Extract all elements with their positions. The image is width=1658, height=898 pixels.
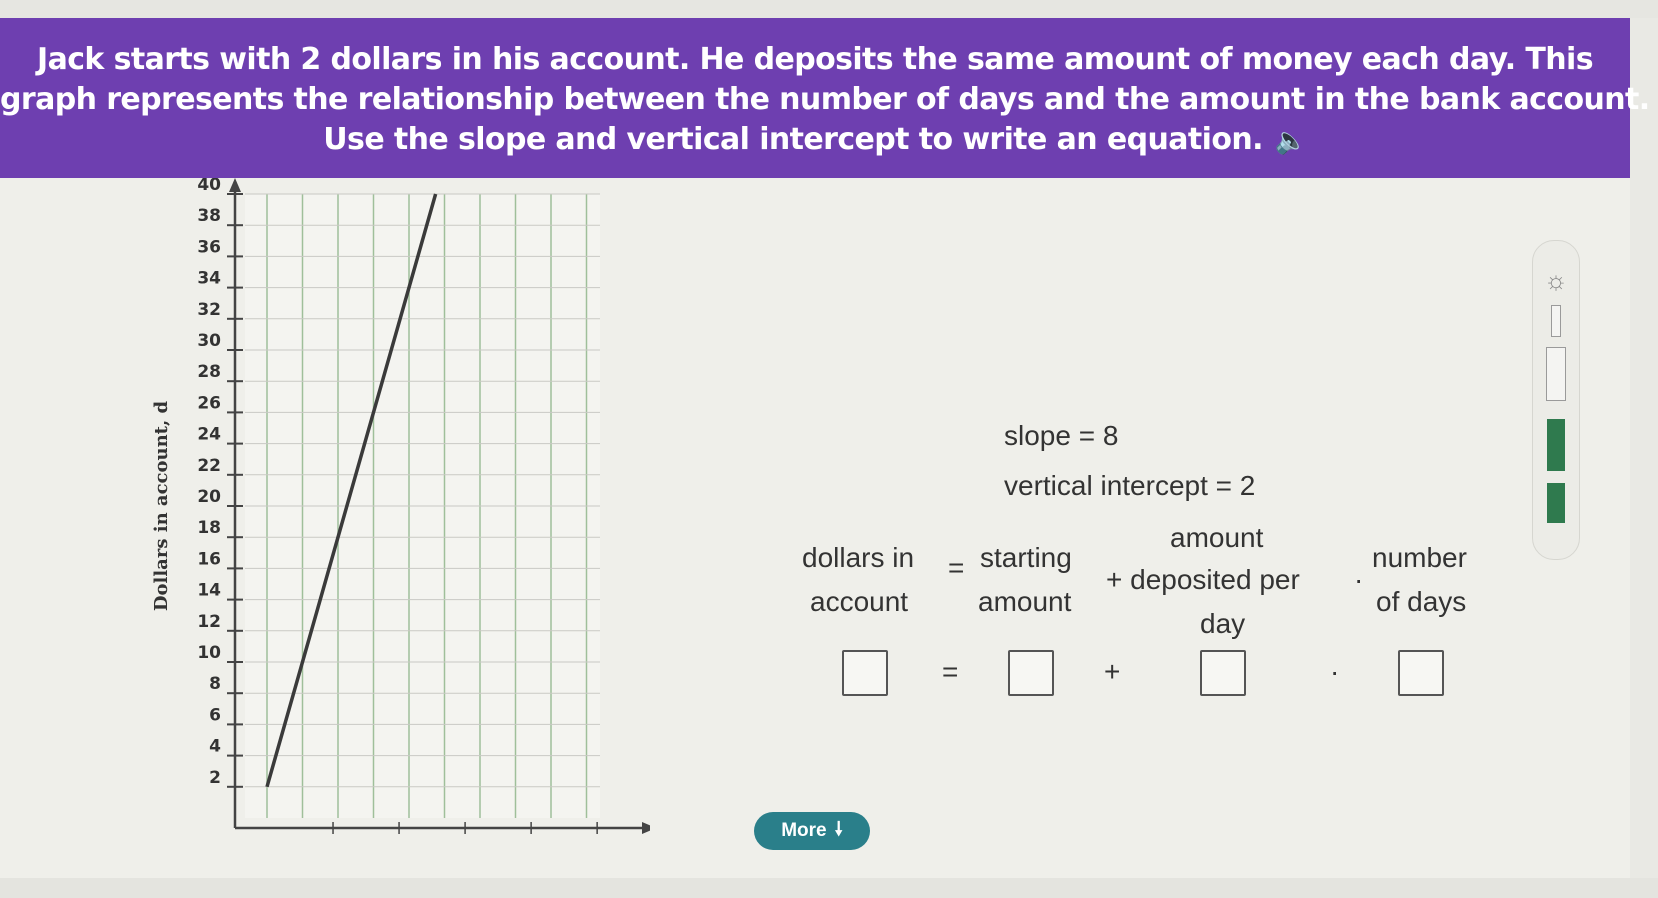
sun-icon[interactable]: ☼ — [1544, 265, 1568, 296]
y-tick-label: 4 — [209, 737, 221, 757]
more-button[interactable]: More 🠗 — [754, 812, 870, 850]
problem-line-2: graph represents the relationship betwee… — [0, 82, 1650, 117]
y-tick-label: 40 — [197, 178, 221, 195]
y-axis-label: Dollars in account, d — [151, 400, 172, 611]
problem-line-3: Use the slope and vertical intercept to … — [0, 120, 1630, 161]
y-tick-label: 12 — [197, 612, 221, 632]
y-tick-label: 20 — [197, 487, 221, 507]
y-tick-label: 26 — [197, 393, 221, 413]
y-tick-label: 14 — [197, 581, 221, 601]
dollars-answer-box[interactable] — [842, 650, 888, 696]
deposit-per-day-answer-box[interactable] — [1200, 650, 1246, 696]
y-tick-label: 8 — [209, 674, 221, 694]
dollars-in-label: dollars in — [802, 542, 915, 573]
y-tick-label: 38 — [197, 206, 221, 226]
y-tick-label: 6 — [209, 705, 221, 725]
intercept-text: vertical intercept = 2 — [1004, 470, 1256, 501]
day-label: day — [1200, 608, 1246, 639]
tall-rect-icon[interactable] — [1546, 347, 1566, 401]
side-toolbar: ☼ — [1532, 240, 1580, 560]
account-label: account — [810, 586, 909, 617]
y-tick-label: 16 — [197, 549, 221, 569]
more-button-label: More — [781, 820, 827, 841]
problem-line-3-text: Use the slope and vertical intercept to … — [323, 122, 1263, 157]
y-tick-label: 10 — [197, 643, 221, 663]
y-tick-label: 28 — [197, 362, 221, 382]
y-tick-label: 24 — [197, 425, 221, 445]
x-axis-arrow — [642, 822, 650, 834]
of-days-label: of days — [1376, 586, 1467, 617]
problem-banner: Jack starts with 2 dollars in his accoun… — [0, 18, 1650, 178]
slope-text: slope = 8 — [1004, 420, 1119, 451]
amount-label: amount — [1170, 522, 1264, 553]
y-tick-label: 30 — [197, 331, 221, 351]
thin-rect-icon[interactable] — [1551, 305, 1561, 337]
row-equals: = — [942, 656, 959, 687]
arrow-down-icon: 🠗 — [834, 819, 843, 840]
green-bar-icon-2[interactable] — [1547, 483, 1565, 523]
starting-label: starting — [980, 542, 1072, 573]
y-tick-label: 22 — [197, 456, 221, 476]
green-bar-icon[interactable] — [1547, 419, 1565, 471]
y-tick-label: 2 — [209, 768, 221, 788]
number-of-days-answer-box[interactable] — [1398, 650, 1444, 696]
speaker-icon[interactable]: 🔈 — [1275, 121, 1307, 161]
equals-label: = — [948, 552, 965, 583]
top-strip — [0, 0, 1658, 18]
starting-amount-answer-box[interactable] — [1008, 650, 1054, 696]
row-dot: · — [1330, 656, 1340, 687]
y-tick-label: 18 — [197, 518, 221, 538]
graph: 246810121416182022242628303234363840Doll… — [151, 178, 650, 834]
y-tick-label: 32 — [197, 300, 221, 320]
row-plus: + — [1104, 656, 1121, 687]
problem-line-1: Jack starts with 2 dollars in his accoun… — [37, 42, 1594, 77]
deposited-per-label: + deposited per — [1106, 564, 1300, 595]
number-label: number — [1372, 542, 1467, 573]
amount-bottom-label: amount — [978, 586, 1072, 617]
bottom-strip — [0, 878, 1658, 898]
dot-label: · — [1354, 564, 1364, 595]
y-tick-label: 36 — [197, 237, 221, 257]
y-axis-arrow — [229, 178, 241, 192]
y-tick-label: 34 — [197, 269, 221, 289]
